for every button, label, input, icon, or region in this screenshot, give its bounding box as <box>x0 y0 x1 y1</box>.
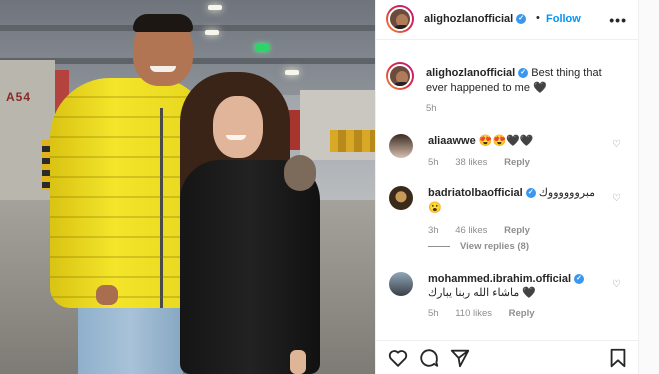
comment-meta: 5h 38 likes Reply <box>428 157 544 168</box>
profile-avatar[interactable] <box>386 5 414 33</box>
woman-coat <box>180 160 320 374</box>
caption-username[interactable]: alighozlanofficial ✓ <box>426 67 529 79</box>
caption-text: alighozlanofficial ✓ Best thing that ever… <box>426 66 626 96</box>
verified-badge-icon: ✓ <box>525 188 536 199</box>
coat-fur-hood <box>284 155 316 191</box>
separator-dot: • <box>536 12 540 24</box>
exit-sign <box>255 44 269 51</box>
commenter-avatar[interactable] <box>389 272 413 296</box>
verified-badge-icon: ✓ <box>516 14 527 25</box>
comment-likes[interactable]: 110 likes <box>455 308 492 319</box>
comment-time[interactable]: 5h <box>428 157 439 168</box>
header-username[interactable]: alighozlanofficial ✓ <box>424 13 527 25</box>
comment-meta: 3h 46 likes Reply <box>428 225 544 236</box>
like-comment-heart-icon[interactable]: ♡ <box>612 139 621 150</box>
woman-hand <box>290 350 306 374</box>
comment-body: مبرووووووك <box>538 187 596 199</box>
reply-button[interactable]: Reply <box>509 308 535 319</box>
like-comment-heart-icon[interactable]: ♡ <box>612 193 621 204</box>
post-side-panel: alighozlanofficial ✓ • Follow ••• alighoz… <box>375 0 639 374</box>
black-heart-emoji: 🖤 <box>533 82 547 94</box>
man-hair <box>133 14 193 32</box>
caption-avatar[interactable] <box>386 62 414 90</box>
comment-text: mohammed.ibrahim.official ✓ <box>428 272 585 287</box>
post-photo[interactable]: A54 <box>0 0 375 374</box>
verified-badge-icon: ✓ <box>518 68 529 79</box>
barrier <box>330 130 375 152</box>
ceiling-lamp <box>208 5 222 10</box>
comment-text: badriatolbaofficial ✓ مبرووووووك <box>428 186 595 201</box>
post-header: alighozlanofficial ✓ • Follow ••• <box>376 0 639 40</box>
comment-body: ماشاء الله ربنا يبارك 🖤 <box>428 287 537 299</box>
ceiling-lamp <box>205 30 219 35</box>
like-comment-heart-icon[interactable]: ♡ <box>612 279 621 290</box>
caption-time[interactable]: 5h <box>426 103 451 114</box>
man-hand <box>96 285 118 305</box>
comment-username[interactable]: badriatolbaofficial ✓ <box>428 187 536 199</box>
commenter-avatar[interactable] <box>389 134 413 158</box>
pillar-label: A54 <box>6 90 32 104</box>
comment-time[interactable]: 3h <box>428 225 439 236</box>
comment-body: 😍😍🖤🖤 <box>478 135 534 147</box>
woman-smile <box>226 135 246 140</box>
comment-meta: 5h 110 likes Reply <box>428 308 549 319</box>
woman-face <box>213 96 263 158</box>
reply-button[interactable]: Reply <box>504 157 530 168</box>
comment-text: aliaawwe 😍😍🖤🖤 <box>428 134 534 149</box>
more-horizontal-icon[interactable]: ••• <box>609 12 627 28</box>
ceiling-lamp <box>285 70 299 75</box>
share-icon[interactable] <box>449 347 471 369</box>
comment-time[interactable]: 5h <box>428 308 439 319</box>
comment-username[interactable]: aliaawwe <box>428 135 476 147</box>
comment-icon[interactable] <box>418 347 440 369</box>
man-smile <box>150 66 176 72</box>
bookmark-icon[interactable] <box>607 347 629 369</box>
comment-likes[interactable]: 38 likes <box>455 157 487 168</box>
verified-badge-icon: ✓ <box>574 274 585 285</box>
comment-username[interactable]: mohammed.ibrahim.official ✓ <box>428 273 585 285</box>
commenter-avatar[interactable] <box>389 186 413 210</box>
view-replies-button[interactable]: View replies (8) <box>428 241 529 252</box>
comment-likes[interactable]: 46 likes <box>455 225 487 236</box>
heart-icon[interactable] <box>387 347 409 369</box>
comment-emoji: 😮 <box>428 202 442 214</box>
reply-button[interactable]: Reply <box>504 225 530 236</box>
follow-button[interactable]: Follow <box>546 13 581 25</box>
page-background <box>638 0 659 374</box>
divider <box>428 245 450 247</box>
action-bar <box>376 340 639 374</box>
